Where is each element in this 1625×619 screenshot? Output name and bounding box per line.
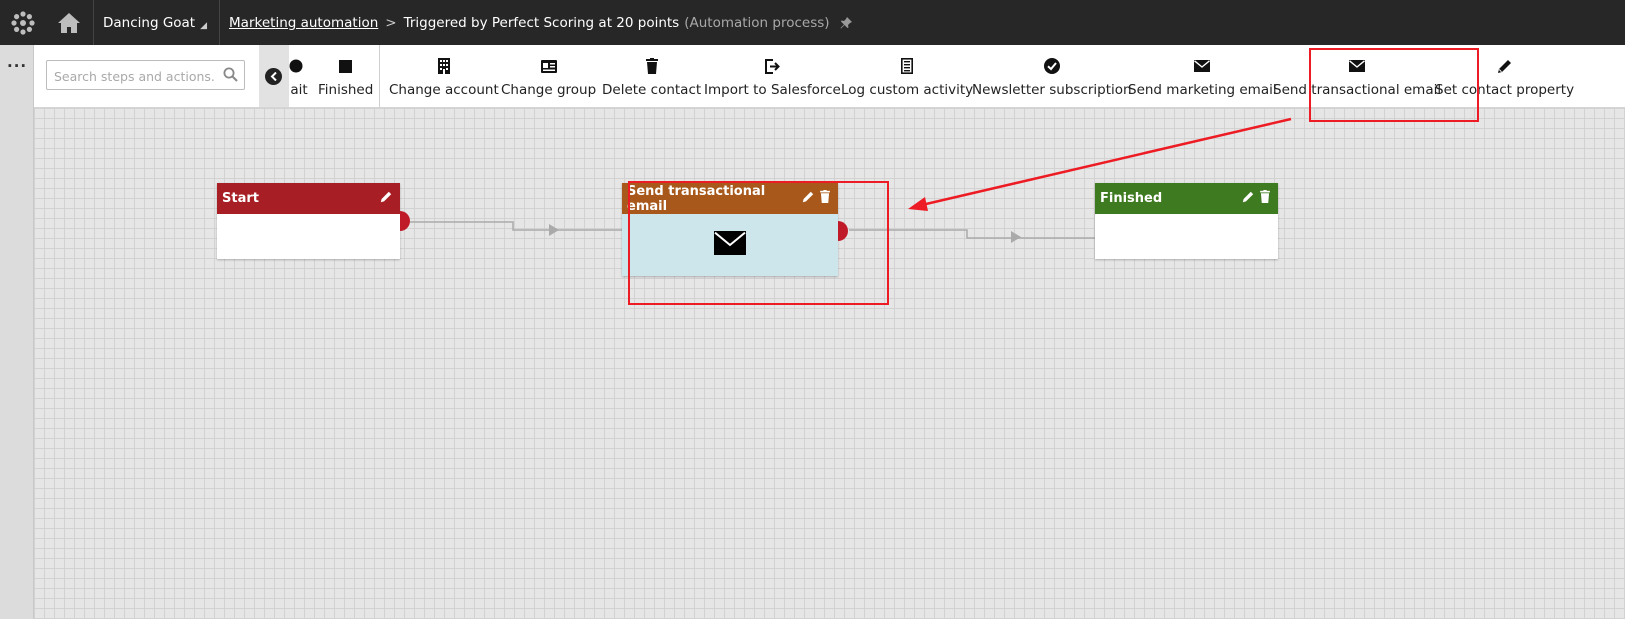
top-header: Dancing Goat ◢ Marketing automation > Tr… bbox=[0, 0, 1625, 45]
envelope-icon bbox=[1349, 57, 1366, 75]
step-body bbox=[1095, 214, 1278, 257]
side-panel-strip: ... bbox=[0, 45, 34, 619]
connector-arrow bbox=[549, 224, 559, 236]
pencil-icon bbox=[1497, 57, 1512, 75]
tool-send-marketing-email[interactable]: Send marketing email bbox=[1128, 45, 1277, 107]
more-options-icon[interactable]: ... bbox=[7, 55, 27, 70]
site-name: Dancing Goat bbox=[103, 14, 196, 31]
chevron-left-icon[interactable] bbox=[265, 68, 282, 85]
breadcrumb-separator: > bbox=[385, 14, 397, 31]
breadcrumb-marketing-automation[interactable]: Marketing automation bbox=[229, 15, 378, 31]
tool-change-group[interactable]: Change group bbox=[501, 45, 596, 107]
tool-send-transactional-email[interactable]: Send transactional email bbox=[1273, 45, 1441, 107]
pencil-icon[interactable] bbox=[380, 191, 392, 207]
pin-icon[interactable] bbox=[840, 16, 852, 29]
step-header[interactable]: Finished bbox=[1095, 183, 1278, 214]
clock-icon bbox=[289, 57, 303, 75]
stop-square-icon bbox=[339, 57, 353, 75]
tool-label: Import to Salesforce bbox=[704, 82, 841, 98]
contact-card-icon bbox=[540, 57, 557, 75]
tool-label: Log custom activity bbox=[841, 82, 974, 98]
steps-toolbar: ait Finished Change account Change group… bbox=[34, 45, 1625, 108]
kentico-logo-icon[interactable] bbox=[0, 0, 45, 45]
checkmark-circle-icon bbox=[1043, 57, 1060, 75]
tool-newsletter-subscription[interactable]: Newsletter subscription bbox=[972, 45, 1132, 107]
envelope-icon bbox=[1194, 57, 1211, 75]
tool-set-contact-property[interactable]: Set contact property bbox=[1435, 45, 1574, 107]
building-icon bbox=[437, 57, 450, 75]
tool-finished[interactable]: Finished bbox=[318, 45, 373, 107]
search-icon[interactable] bbox=[223, 67, 238, 82]
breadcrumb: Marketing automation > Triggered by Perf… bbox=[220, 15, 852, 31]
search-box bbox=[46, 60, 245, 90]
step-title: Start bbox=[222, 191, 259, 206]
home-icon[interactable] bbox=[45, 0, 94, 45]
trash-icon[interactable] bbox=[1260, 190, 1270, 207]
step-title: Finished bbox=[1100, 191, 1163, 206]
site-selector[interactable]: Dancing Goat ◢ bbox=[94, 0, 221, 45]
connector-start-to-send bbox=[410, 221, 624, 231]
step-start[interactable]: Start bbox=[217, 183, 410, 259]
connector-arrow bbox=[1011, 231, 1021, 243]
tool-label: ait bbox=[290, 82, 308, 98]
step-body bbox=[217, 214, 400, 257]
page-title: Triggered by Perfect Scoring at 20 point… bbox=[403, 14, 680, 31]
step-title: Send transactional email bbox=[627, 183, 766, 214]
tool-label: Send transactional email bbox=[1273, 82, 1442, 98]
tool-label: Send marketing email bbox=[1128, 82, 1277, 98]
tool-label: Newsletter subscription bbox=[972, 82, 1132, 98]
sign-out-icon bbox=[764, 57, 780, 75]
caret-down-icon: ◢ bbox=[200, 20, 208, 31]
workflow-canvas[interactable]: Start Send transactional email Finished bbox=[34, 108, 1625, 619]
tool-label: Delete contact bbox=[602, 82, 702, 98]
search-input[interactable] bbox=[52, 65, 221, 87]
toolbar-scroll-left-panel bbox=[259, 45, 289, 107]
tool-label: Set contact property bbox=[1435, 82, 1575, 98]
trash-icon[interactable] bbox=[820, 190, 830, 207]
page-type: (Automation process) bbox=[684, 14, 830, 31]
step-header[interactable]: Start bbox=[217, 183, 400, 214]
trash-icon bbox=[645, 57, 658, 75]
step-header[interactable]: Send transactional email bbox=[622, 183, 838, 214]
tool-wait[interactable]: ait bbox=[289, 45, 309, 107]
tool-log-custom-activity[interactable]: Log custom activity bbox=[841, 45, 973, 107]
step-send-transactional-email[interactable]: Send transactional email bbox=[622, 183, 848, 276]
step-body bbox=[622, 214, 838, 276]
connector-send-to-finished bbox=[849, 229, 1096, 239]
toolbar-divider bbox=[379, 45, 380, 107]
tool-delete-contact[interactable]: Delete contact bbox=[602, 45, 701, 107]
pencil-icon[interactable] bbox=[1242, 191, 1254, 207]
envelope-icon bbox=[714, 231, 746, 259]
list-doc-icon bbox=[901, 57, 914, 75]
tool-label: Finished bbox=[318, 82, 374, 98]
pencil-icon[interactable] bbox=[802, 191, 814, 207]
tool-change-account[interactable]: Change account bbox=[389, 45, 499, 107]
tool-label: Change account bbox=[389, 82, 499, 98]
tool-label: Change group bbox=[501, 82, 597, 98]
step-finished[interactable]: Finished bbox=[1095, 183, 1278, 259]
tool-wait-clipped: ait bbox=[289, 45, 309, 107]
tool-import-to-salesforce[interactable]: Import to Salesforce bbox=[704, 45, 841, 107]
